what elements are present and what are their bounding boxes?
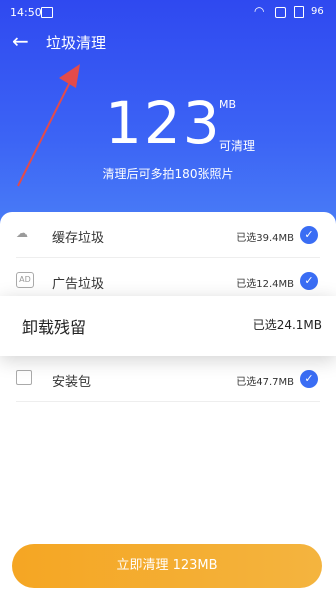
list-item-package[interactable]: 安装包 已选47.7MB ✓: [0, 356, 336, 402]
item-label: 安装包: [52, 375, 92, 390]
item-size: 已选39.4MB: [236, 233, 294, 244]
clean-size-unit: MB: [219, 98, 237, 111]
clean-size-value: 123: [105, 89, 222, 157]
clean-now-button[interactable]: 立即清理 123MB: [12, 544, 322, 588]
item-size: 已选12.4MB: [236, 279, 294, 290]
divider: [16, 401, 320, 402]
item-size: 已选24.1MB: [252, 318, 322, 332]
item-label: 广告垃圾: [52, 277, 105, 292]
package-icon: [16, 370, 32, 385]
item-label: 卸载残留: [22, 318, 87, 337]
check-icon[interactable]: ✓: [300, 272, 318, 290]
check-icon[interactable]: ✓: [300, 226, 318, 244]
item-size: 已选47.7MB: [236, 377, 294, 388]
header-banner: 14:50 ◠ 96 ← 垃圾清理 123 MB 可清理 清理后可多拍180张照…: [0, 0, 336, 232]
item-label: 缓存垃圾: [52, 231, 105, 246]
ad-icon: AD: [16, 272, 34, 288]
check-icon[interactable]: ✓: [300, 370, 318, 388]
clean-caption: 可清理: [219, 139, 256, 153]
list-item-uninstall-highlight[interactable]: 卸载残留 已选24.1MB: [0, 296, 336, 356]
clean-subtitle: 清理后可多拍180张照片: [102, 167, 234, 181]
list-item-cache[interactable]: ☁ 缓存垃圾 已选39.4MB ✓: [0, 212, 336, 258]
cloud-icon: ☁: [16, 226, 28, 240]
